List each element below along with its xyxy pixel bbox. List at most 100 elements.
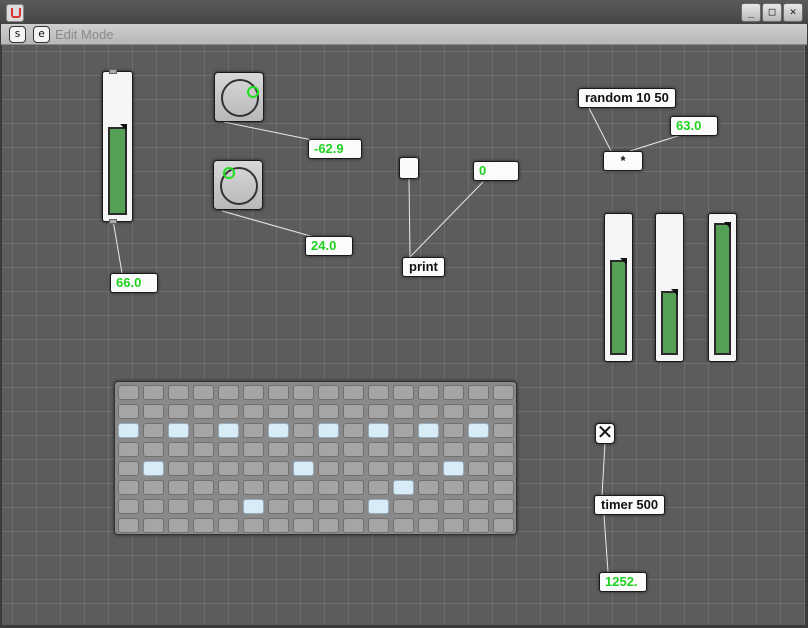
matrix-cell[interactable]	[118, 442, 139, 457]
matrix-cell[interactable]	[443, 518, 464, 533]
matrix-cell[interactable]	[318, 461, 339, 476]
matrix-cell[interactable]	[193, 461, 214, 476]
matrix-cell[interactable]	[368, 442, 389, 457]
matrix-cell[interactable]	[193, 499, 214, 514]
knob-1-number-box[interactable]: -62.9	[308, 139, 362, 159]
matrix-cell[interactable]	[193, 518, 214, 533]
matrix-cell[interactable]	[418, 480, 439, 495]
matrix-cell[interactable]	[293, 461, 314, 476]
vertical-slider-a[interactable]	[604, 213, 633, 362]
timer-number-box[interactable]: 1252.	[599, 572, 647, 592]
matrix-cell[interactable]	[243, 499, 264, 514]
matrix-cell[interactable]	[368, 518, 389, 533]
matrix-cell[interactable]	[168, 423, 189, 438]
matrix-cell[interactable]	[343, 404, 364, 419]
matrix-cell[interactable]	[468, 480, 489, 495]
matrix-cell[interactable]	[493, 518, 514, 533]
matrix-cell[interactable]	[393, 423, 414, 438]
matrix-cell[interactable]	[293, 385, 314, 400]
matrix-cell[interactable]	[468, 442, 489, 457]
slider-number-box[interactable]: 66.0	[110, 273, 158, 293]
multiply-object[interactable]: *	[603, 151, 643, 171]
matrix-cell[interactable]	[493, 404, 514, 419]
matrix-cell[interactable]	[218, 499, 239, 514]
s-button[interactable]: s	[9, 26, 26, 43]
bang-number-box[interactable]: 0	[473, 161, 519, 181]
print-object[interactable]: print	[402, 257, 445, 277]
matrix-cell[interactable]	[168, 442, 189, 457]
matrix-cell[interactable]	[218, 480, 239, 495]
maximize-button[interactable]: □	[762, 3, 782, 22]
matrix-cell[interactable]	[168, 461, 189, 476]
bang-button[interactable]	[399, 157, 419, 179]
matrix-cell[interactable]	[393, 518, 414, 533]
matrix-cell[interactable]	[318, 480, 339, 495]
matrix-cell[interactable]	[493, 461, 514, 476]
matrix-cell[interactable]	[268, 385, 289, 400]
matrix-cell[interactable]	[293, 480, 314, 495]
matrix-cell[interactable]	[143, 423, 164, 438]
matrix-cell[interactable]	[168, 480, 189, 495]
matrix-cell[interactable]	[193, 480, 214, 495]
matrix-cell[interactable]	[143, 518, 164, 533]
matrix-cell[interactable]	[418, 423, 439, 438]
matrix-cell[interactable]	[318, 518, 339, 533]
matrix-cell[interactable]	[468, 423, 489, 438]
matrix-cell[interactable]	[318, 404, 339, 419]
random-object[interactable]: random 10 50	[578, 88, 676, 108]
minimize-button[interactable]: _	[741, 3, 761, 22]
matrix-cell[interactable]	[218, 518, 239, 533]
matrix-cell[interactable]	[118, 385, 139, 400]
matrix-cell[interactable]	[218, 404, 239, 419]
matrix-cell[interactable]	[393, 461, 414, 476]
matrix-cell[interactable]	[418, 518, 439, 533]
matrix-cell[interactable]	[118, 518, 139, 533]
matrix-cell[interactable]	[343, 423, 364, 438]
matrix-cell[interactable]	[468, 461, 489, 476]
matrix-cell[interactable]	[243, 385, 264, 400]
matrix-cell[interactable]	[393, 385, 414, 400]
matrix-cell[interactable]	[443, 442, 464, 457]
matrix-cell[interactable]	[318, 423, 339, 438]
matrix-cell[interactable]	[243, 461, 264, 476]
knob-1[interactable]	[214, 72, 264, 122]
matrix-cell[interactable]	[243, 480, 264, 495]
matrix-cell[interactable]	[143, 385, 164, 400]
matrix-cell[interactable]	[243, 423, 264, 438]
matrix-cell[interactable]	[118, 480, 139, 495]
matrix-cell[interactable]	[168, 404, 189, 419]
matrix-cell[interactable]	[243, 442, 264, 457]
matrix-cell[interactable]	[493, 423, 514, 438]
matrix-cell[interactable]	[168, 499, 189, 514]
matrix-cell[interactable]	[118, 461, 139, 476]
matrix-cell[interactable]	[493, 499, 514, 514]
matrix-cell[interactable]	[418, 404, 439, 419]
matrix-cell[interactable]	[418, 461, 439, 476]
outlet-port[interactable]	[109, 219, 117, 224]
matrix-cell[interactable]	[168, 518, 189, 533]
matrix-cell[interactable]	[293, 499, 314, 514]
matrix-cell[interactable]	[443, 499, 464, 514]
matrix-cell[interactable]	[268, 518, 289, 533]
matrix-cell[interactable]	[368, 461, 389, 476]
matrix-cell[interactable]	[318, 499, 339, 514]
matrix-cell[interactable]	[218, 461, 239, 476]
matrix-cell[interactable]	[468, 518, 489, 533]
matrix-cell[interactable]	[243, 518, 264, 533]
vertical-slider-b[interactable]	[655, 213, 684, 362]
matrix-cell[interactable]	[393, 442, 414, 457]
matrix-cell[interactable]	[443, 423, 464, 438]
matrix-cell[interactable]	[143, 442, 164, 457]
matrix-cell[interactable]	[268, 423, 289, 438]
matrix-cell[interactable]	[118, 404, 139, 419]
matrix-cell[interactable]	[468, 385, 489, 400]
matrix-cell[interactable]	[493, 480, 514, 495]
matrix-cell[interactable]	[268, 480, 289, 495]
matrix-cell[interactable]	[493, 385, 514, 400]
matrix-cell[interactable]	[193, 385, 214, 400]
matrix-cell[interactable]	[268, 404, 289, 419]
matrix-cell[interactable]	[368, 499, 389, 514]
matrix-cell[interactable]	[268, 499, 289, 514]
vertical-slider-main[interactable]	[102, 71, 133, 222]
matrix-cell[interactable]	[318, 442, 339, 457]
